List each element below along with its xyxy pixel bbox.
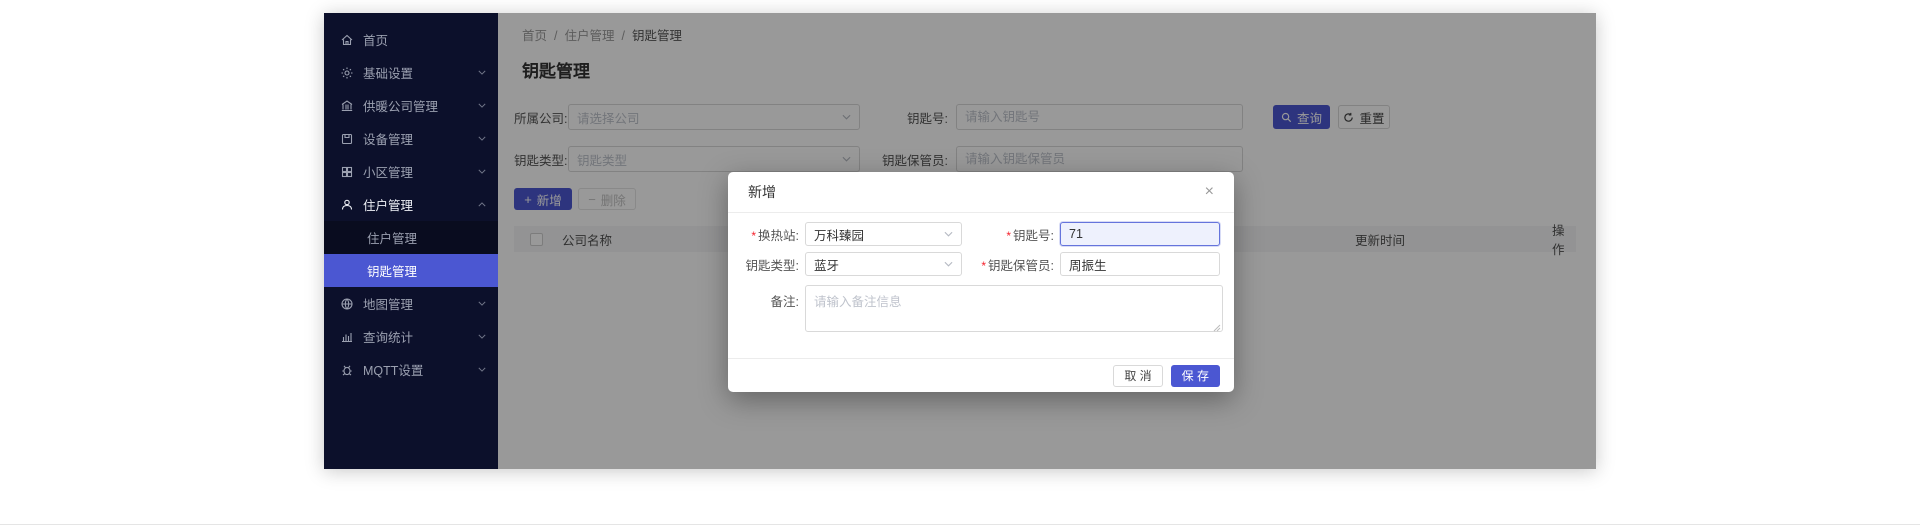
page-bottom-divider (0, 524, 1920, 525)
required-asterisk: * (981, 259, 986, 273)
sidebar-item-resident-management[interactable]: 住户管理 (324, 188, 498, 221)
modal-key-no-input[interactable] (1060, 222, 1220, 246)
sidebar-item-label: 供暖公司管理 (363, 96, 469, 115)
sidebar-item-label: 住户管理 (363, 195, 469, 214)
remark-textarea[interactable] (805, 285, 1223, 332)
station-select-value: 万科臻园 (814, 225, 944, 244)
resident-management-submenu: 住户管理 钥匙管理 (324, 221, 498, 287)
device-icon (340, 132, 354, 146)
sidebar-item-map-management[interactable]: 地图管理 (324, 287, 498, 320)
modal-key-type-label: 钥匙类型: (728, 255, 799, 274)
bug-icon (340, 363, 354, 377)
team-icon (340, 198, 354, 212)
modal-key-type-value: 蓝牙 (814, 255, 944, 274)
modal-title: 新增 (748, 182, 776, 202)
sidebar-item-label: 查询统计 (363, 327, 469, 346)
sidebar-item-heating-company[interactable]: 供暖公司管理 (324, 89, 498, 122)
globe-icon (340, 297, 354, 311)
sidebar-item-label: 首页 (363, 30, 486, 49)
save-button[interactable]: 保 存 (1171, 365, 1220, 387)
sidebar-item-label: 小区管理 (363, 162, 469, 181)
chevron-down-icon (478, 301, 486, 306)
modal-key-no-label: *钥匙号: (962, 225, 1054, 244)
home-icon (340, 33, 354, 47)
cancel-button[interactable]: 取 消 (1113, 365, 1162, 387)
sidebar: 首页 基础设置 供暖公司管理 设备管理 (324, 13, 498, 469)
chevron-down-icon (478, 70, 486, 75)
bank-icon (340, 99, 354, 113)
chevron-down-icon (478, 334, 486, 339)
modal-keeper-input[interactable] (1060, 252, 1220, 276)
chart-icon (340, 330, 354, 344)
sidebar-item-community-management[interactable]: 小区管理 (324, 155, 498, 188)
sidebar-item-mqtt-settings[interactable]: MQTT设置 (324, 353, 498, 386)
modal-key-type-select[interactable]: 蓝牙 (805, 252, 962, 276)
remark-textarea-wrap (805, 285, 1223, 335)
chevron-down-icon (478, 367, 486, 372)
app-window: 首页 基础设置 供暖公司管理 设备管理 (324, 13, 1596, 469)
chevron-down-icon (944, 231, 953, 237)
sidebar-subitem-label: 住户管理 (367, 228, 417, 247)
sidebar-item-basic-settings[interactable]: 基础设置 (324, 56, 498, 89)
sidebar-subitem-label: 钥匙管理 (367, 261, 417, 280)
add-key-modal: 新增 × *换热站: 万科臻园 *钥匙号: 钥匙类型: 蓝牙 (728, 172, 1234, 392)
chevron-down-icon (944, 261, 953, 267)
sidebar-item-device-management[interactable]: 设备管理 (324, 122, 498, 155)
sidebar-subitem-key-management[interactable]: 钥匙管理 (324, 254, 498, 287)
chevron-down-icon (478, 103, 486, 108)
community-icon (340, 165, 354, 179)
modal-footer: 取 消 保 存 (728, 358, 1234, 392)
modal-keeper-label: *钥匙保管员: (962, 255, 1054, 274)
required-asterisk: * (1006, 229, 1011, 243)
modal-body: *换热站: 万科臻园 *钥匙号: 钥匙类型: 蓝牙 *钥匙保管员: (728, 222, 1234, 335)
chevron-down-icon (478, 136, 486, 141)
required-asterisk: * (751, 229, 756, 243)
sidebar-subitem-resident-management[interactable]: 住户管理 (324, 221, 498, 254)
sidebar-item-home[interactable]: 首页 (324, 23, 498, 56)
sidebar-item-query-statistics[interactable]: 查询统计 (324, 320, 498, 353)
modal-header: 新增 × (728, 172, 1234, 213)
station-label: *换热站: (728, 225, 799, 244)
sidebar-item-label: 地图管理 (363, 294, 469, 313)
gear-icon (340, 66, 354, 80)
sidebar-item-label: 设备管理 (363, 129, 469, 148)
close-icon[interactable]: × (1205, 184, 1214, 200)
sidebar-item-label: MQTT设置 (363, 360, 469, 379)
sidebar-item-label: 基础设置 (363, 63, 469, 82)
chevron-up-icon (478, 202, 486, 207)
station-select[interactable]: 万科臻园 (805, 222, 962, 246)
main-content: 首页/住户管理/钥匙管理 钥匙管理 所属公司: 请选择公司 钥匙号: 查询 (498, 13, 1596, 469)
chevron-down-icon (478, 169, 486, 174)
remark-label: 备注: (728, 285, 799, 310)
